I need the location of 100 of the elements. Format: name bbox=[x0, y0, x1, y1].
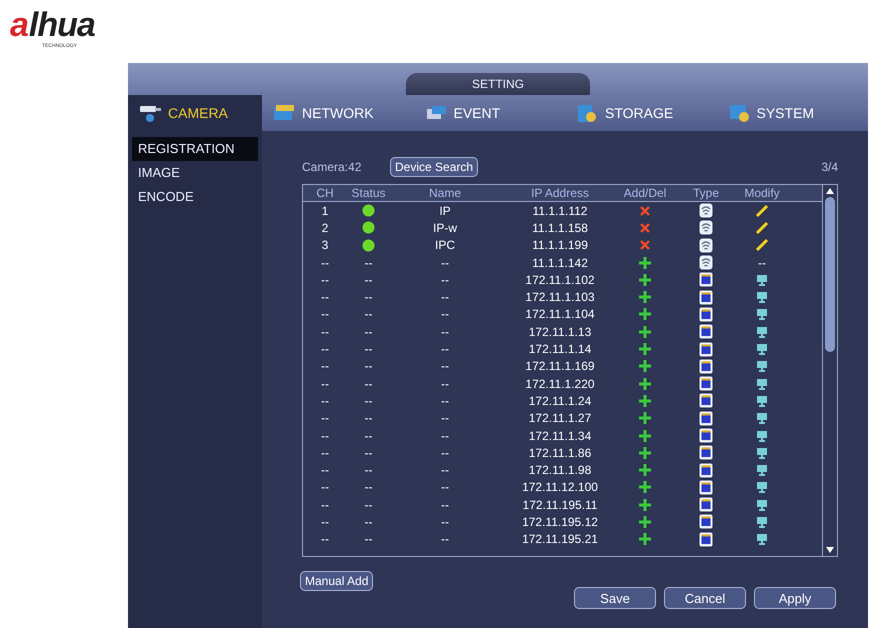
monitor-icon bbox=[699, 462, 713, 478]
network-icon[interactable] bbox=[756, 394, 768, 407]
delete-icon[interactable] bbox=[640, 206, 650, 216]
delete-icon[interactable] bbox=[640, 240, 650, 250]
add-icon[interactable] bbox=[639, 343, 651, 356]
add-icon[interactable] bbox=[639, 291, 651, 304]
scrollbar[interactable] bbox=[822, 185, 837, 556]
add-icon[interactable] bbox=[639, 446, 651, 459]
network-icon[interactable] bbox=[756, 481, 768, 494]
window-title: SETTING bbox=[406, 73, 590, 95]
camera-icon bbox=[138, 103, 164, 123]
add-icon[interactable] bbox=[639, 256, 651, 269]
sidebar-item[interactable]: IMAGE bbox=[132, 161, 258, 185]
scroll-thumb[interactable] bbox=[825, 197, 835, 352]
camera-count: Camera:42 bbox=[302, 160, 362, 174]
scroll-down-icon[interactable] bbox=[826, 547, 834, 553]
dome-camera-icon bbox=[699, 203, 713, 218]
table-cell-text: 172.11.195.11 bbox=[522, 498, 598, 512]
network-icon[interactable] bbox=[756, 291, 768, 304]
sidebar-item[interactable]: REGISTRATION bbox=[132, 137, 258, 161]
table-cell-text: -- bbox=[320, 514, 330, 529]
menu-tab[interactable]: NETWORK bbox=[262, 95, 414, 131]
table-cell-text: 172.11.1.104 bbox=[524, 307, 596, 322]
table-cell-text: -- bbox=[440, 394, 450, 408]
network-icon[interactable] bbox=[756, 308, 768, 320]
network-icon[interactable] bbox=[756, 274, 768, 286]
dialog-button[interactable]: Apply bbox=[754, 587, 836, 609]
table-cell: -- bbox=[364, 411, 372, 426]
table-cell-text: IP-w bbox=[432, 220, 458, 235]
network-icon[interactable] bbox=[756, 430, 768, 442]
pencil-icon[interactable] bbox=[756, 204, 768, 217]
column-header: IP Address bbox=[530, 186, 590, 200]
menu-tab[interactable]: STORAGE bbox=[565, 95, 716, 131]
table-cell-text: -- bbox=[320, 498, 330, 512]
table-cell-text: 172.11.1.169 bbox=[524, 359, 596, 374]
menu-tab[interactable]: SYSTEM bbox=[716, 95, 868, 131]
network-icon[interactable] bbox=[756, 498, 768, 511]
table-cell-text: 172.11.1.220 bbox=[524, 376, 596, 391]
table-cell-text: -- bbox=[320, 446, 330, 460]
network-icon[interactable] bbox=[756, 446, 768, 459]
network-icon[interactable] bbox=[756, 343, 768, 356]
table-cell-text: -- bbox=[320, 428, 330, 442]
table-cell-text: -- bbox=[440, 307, 450, 322]
pencil-icon[interactable] bbox=[756, 222, 768, 234]
network-icon[interactable] bbox=[756, 412, 768, 424]
table-cell-text: -- bbox=[320, 394, 330, 408]
table-cell-text: 11.1.1.112 bbox=[532, 204, 588, 218]
table-cell: -- bbox=[364, 394, 372, 408]
monitor-icon bbox=[699, 428, 713, 443]
network-icon[interactable] bbox=[756, 533, 768, 546]
pencil-icon[interactable] bbox=[756, 239, 768, 252]
table-cell-text: 11.1.1.142 bbox=[531, 256, 589, 270]
add-icon[interactable] bbox=[639, 481, 651, 494]
table-cell: -- bbox=[364, 463, 372, 478]
logo-mark: a bbox=[10, 8, 29, 42]
add-icon[interactable] bbox=[639, 308, 651, 320]
sidebar-item[interactable]: ENCODE bbox=[132, 185, 258, 209]
network-icon[interactable] bbox=[756, 360, 768, 372]
table-cell: -- bbox=[364, 532, 372, 546]
table-cell: -- bbox=[364, 307, 372, 322]
column-header: Add/Del bbox=[622, 186, 668, 200]
delete-icon[interactable] bbox=[640, 222, 650, 233]
table-cell-text: -- bbox=[320, 480, 330, 494]
network-icon[interactable] bbox=[756, 378, 768, 390]
table-cell: -- bbox=[364, 376, 372, 391]
monitor-icon bbox=[699, 342, 713, 357]
menu-tab[interactable]: CAMERA bbox=[128, 95, 262, 131]
dialog-button[interactable]: Save bbox=[574, 587, 656, 609]
table-cell-text: 172.11.1.86 bbox=[528, 446, 592, 460]
manual-add-button[interactable]: Manual Add bbox=[300, 571, 374, 591]
add-icon[interactable] bbox=[639, 516, 651, 528]
monitor-icon bbox=[699, 410, 713, 426]
network-icon[interactable] bbox=[756, 326, 768, 338]
add-icon[interactable] bbox=[639, 378, 651, 390]
scroll-up-icon[interactable] bbox=[826, 188, 834, 194]
add-icon[interactable] bbox=[639, 533, 651, 546]
network-icon[interactable] bbox=[756, 464, 768, 476]
table-cell-text: 172.11.1.102 bbox=[524, 272, 596, 287]
add-icon[interactable] bbox=[639, 498, 651, 511]
network-icon[interactable] bbox=[756, 516, 768, 528]
add-icon[interactable] bbox=[639, 274, 651, 286]
add-icon[interactable] bbox=[639, 394, 651, 407]
add-icon[interactable] bbox=[639, 412, 651, 424]
add-icon[interactable] bbox=[639, 430, 651, 442]
add-icon[interactable] bbox=[639, 326, 651, 338]
add-icon[interactable] bbox=[639, 360, 651, 372]
table-cell-text: 11.1.1.199 bbox=[531, 238, 589, 252]
dialog-button[interactable]: Cancel bbox=[664, 587, 746, 609]
table-cell-text: -- bbox=[440, 290, 450, 304]
table-cell-text: -- bbox=[440, 324, 450, 339]
table-cell-text: 172.11.12.100 bbox=[521, 480, 599, 494]
menu-tab[interactable]: EVENT bbox=[414, 95, 565, 131]
table-cell-text: -- bbox=[440, 532, 450, 546]
column-header: Name bbox=[428, 186, 462, 200]
table-cell-text: -- bbox=[320, 411, 330, 426]
table-cell-text: -- bbox=[320, 342, 330, 356]
device-search-button[interactable]: Device Search bbox=[390, 157, 478, 177]
table-cell: -- bbox=[364, 446, 372, 460]
add-icon[interactable] bbox=[639, 464, 651, 476]
table-cell-text: 172.11.1.24 bbox=[528, 394, 592, 408]
